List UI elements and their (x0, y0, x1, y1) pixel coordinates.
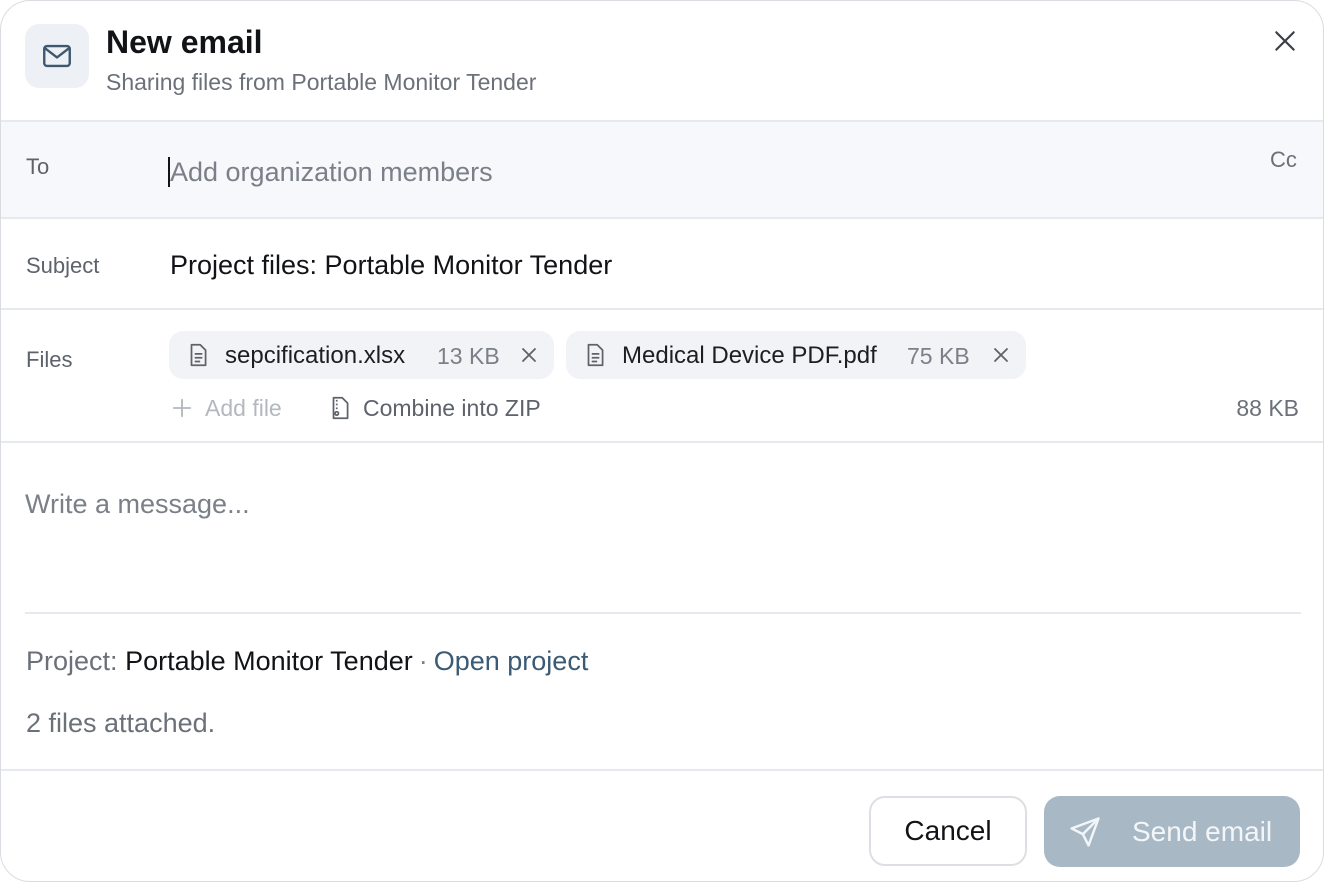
close-icon (522, 348, 536, 362)
subject-label: Subject (26, 253, 100, 278)
dialog-header: New email Sharing files from Portable Mo… (1, 1, 1323, 122)
send-email-button[interactable]: Send email (1044, 796, 1300, 867)
project-info: Project: Portable Monitor Tender · Open pr… (26, 646, 588, 677)
combine-zip-label: Combine into ZIP (363, 394, 541, 421)
subject-input[interactable] (167, 245, 1267, 285)
close-button[interactable] (1265, 21, 1305, 61)
send-email-label: Send email (1132, 816, 1273, 847)
file-size: 75 KB (907, 343, 970, 369)
project-prefix: Project: (26, 646, 118, 676)
to-label: To (26, 154, 50, 179)
mail-icon (25, 24, 89, 88)
remove-file-button[interactable] (515, 341, 543, 369)
file-icon (185, 342, 211, 373)
file-size: 13 KB (437, 343, 500, 369)
separator: · (418, 646, 428, 676)
zip-file-icon (332, 396, 349, 420)
file-icon (582, 342, 608, 373)
files-label: Files (26, 347, 73, 372)
dialog-subtitle: Sharing files from Portable Monitor Tend… (106, 69, 537, 95)
cc-button[interactable]: Cc (1270, 147, 1297, 173)
send-icon (1070, 817, 1100, 847)
divider (25, 612, 1301, 614)
cancel-button[interactable]: Cancel (869, 796, 1027, 866)
file-chip[interactable]: sepcification.xlsx 13 KB (169, 331, 554, 379)
remove-file-button[interactable] (987, 341, 1015, 369)
add-file-label: Add file (205, 394, 282, 421)
text-caret (168, 157, 170, 187)
dialog-title: New email (106, 24, 263, 60)
close-icon (994, 348, 1008, 362)
project-name: Portable Monitor Tender (125, 646, 413, 676)
total-size: 88 KB (1236, 395, 1299, 421)
recipients-input[interactable] (167, 150, 1227, 194)
new-email-dialog: New email Sharing files from Portable Mo… (0, 0, 1324, 882)
combine-zip-button[interactable]: Combine into ZIP (327, 393, 541, 423)
file-name: Medical Device PDF.pdf (622, 342, 877, 369)
add-file-button[interactable]: Add file (171, 393, 282, 423)
file-name: sepcification.xlsx (225, 342, 406, 369)
file-chip[interactable]: Medical Device PDF.pdf 75 KB (566, 331, 1026, 379)
plus-icon (172, 398, 192, 418)
attached-files-summary: 2 files attached. (26, 708, 216, 738)
open-project-link[interactable]: Open project (434, 646, 589, 676)
close-icon (1275, 31, 1295, 51)
message-textarea[interactable] (25, 481, 1301, 601)
